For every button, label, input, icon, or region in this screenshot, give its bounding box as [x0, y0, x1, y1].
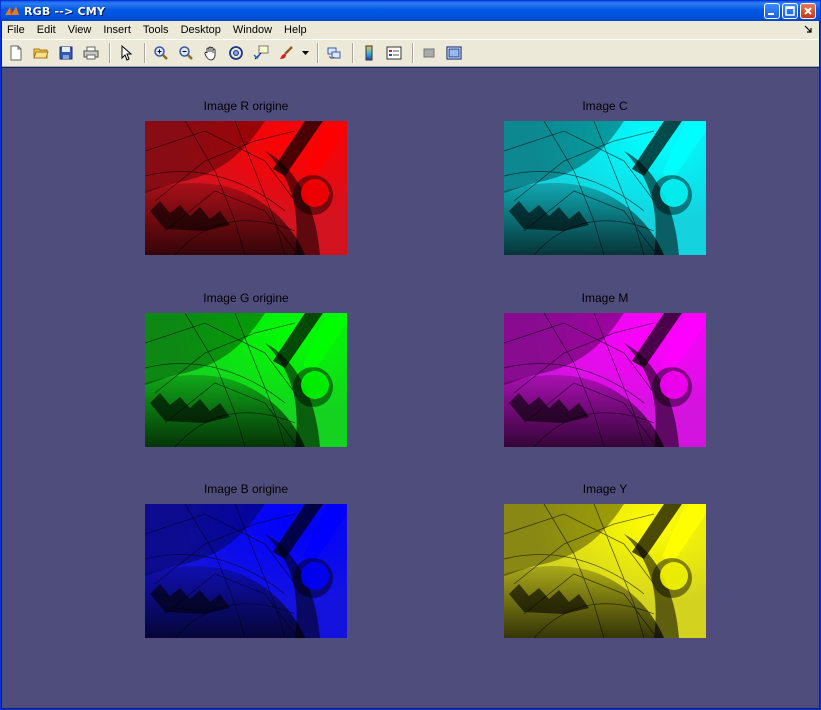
link-plot-icon: [327, 47, 341, 59]
new-figure-icon: [10, 45, 22, 61]
brush-dropdown-button[interactable]: [300, 42, 310, 64]
hide-plot-tools-icon: [423, 48, 435, 58]
menu-window[interactable]: Window: [227, 21, 278, 39]
figure-toolbar: [2, 39, 819, 67]
new-figure-button[interactable]: [5, 42, 27, 64]
figure-canvas: Image R origine Image G origine Image B …: [2, 68, 819, 708]
print-button[interactable]: [80, 42, 102, 64]
brush-button[interactable]: [275, 42, 297, 64]
pointer-button[interactable]: [115, 42, 137, 64]
data-cursor-icon: [253, 45, 269, 60]
legend-button[interactable]: [383, 42, 405, 64]
data-cursor-button[interactable]: [250, 42, 272, 64]
show-plot-tools-button[interactable]: [443, 42, 465, 64]
rotate-3d-icon: [229, 46, 243, 60]
image-g[interactable]: [145, 313, 347, 447]
image-y[interactable]: [504, 504, 706, 638]
colorbar-icon: [365, 45, 373, 61]
toolbar-separator: [317, 43, 319, 63]
figure-window: RGB --> CMY File Edit View Insert Tools …: [0, 0, 821, 710]
show-plot-tools-icon: [446, 46, 462, 60]
menu-edit[interactable]: Edit: [31, 21, 62, 39]
matlab-icon: [5, 6, 19, 15]
save-icon: [59, 46, 73, 60]
zoom-out-icon: [179, 46, 193, 60]
maximize-icon: [785, 6, 795, 16]
image-b[interactable]: [145, 504, 347, 638]
toolbar-separator: [109, 43, 111, 63]
zoom-in-button[interactable]: [150, 42, 172, 64]
menu-desktop[interactable]: Desktop: [175, 21, 227, 39]
dock-arrow-icon[interactable]: [803, 24, 813, 34]
minimize-icon: [768, 13, 774, 15]
panel-title-c: Image C: [582, 99, 628, 113]
minimize-button[interactable]: [764, 3, 780, 19]
toolbar-separator: [144, 43, 146, 63]
open-file-icon: [33, 48, 49, 59]
panel-title-g: Image G origine: [203, 291, 289, 305]
colorbar-button[interactable]: [358, 42, 380, 64]
menu-help[interactable]: Help: [278, 21, 313, 39]
zoom-out-button[interactable]: [175, 42, 197, 64]
brush-icon: [280, 46, 293, 59]
title-bar[interactable]: RGB --> CMY: [1, 1, 820, 21]
print-icon: [83, 46, 99, 60]
menu-tools[interactable]: Tools: [137, 21, 175, 39]
legend-icon: [386, 46, 402, 60]
menu-view[interactable]: View: [62, 21, 98, 39]
image-r[interactable]: [145, 121, 347, 255]
close-button[interactable]: [800, 3, 816, 19]
hide-plot-tools-button[interactable]: [418, 42, 440, 64]
pan-icon: [204, 46, 216, 61]
panel-title-y: Image Y: [582, 482, 628, 496]
pan-button[interactable]: [200, 42, 222, 64]
close-icon: [804, 7, 812, 15]
pointer-icon: [121, 45, 133, 61]
image-m[interactable]: [504, 313, 706, 447]
menu-insert[interactable]: Insert: [97, 21, 137, 39]
menu-file[interactable]: File: [2, 21, 31, 39]
panel-title-b: Image B origine: [203, 482, 289, 496]
panel-title-m: Image M: [581, 291, 629, 305]
window-title: RGB --> CMY: [24, 4, 106, 18]
menu-bar: File Edit View Insert Tools Desktop Wind…: [2, 21, 819, 39]
save-button[interactable]: [55, 42, 77, 64]
open-file-button[interactable]: [30, 42, 52, 64]
panel-title-r: Image R origine: [203, 99, 289, 113]
rotate-3d-button[interactable]: [225, 42, 247, 64]
toolbar-separator: [412, 43, 414, 63]
maximize-button[interactable]: [782, 3, 798, 19]
image-c[interactable]: [504, 121, 706, 255]
chevron-down-icon: [301, 50, 309, 55]
toolbar-separator: [352, 43, 354, 63]
link-plot-button[interactable]: [323, 42, 345, 64]
zoom-in-icon: [154, 46, 168, 60]
